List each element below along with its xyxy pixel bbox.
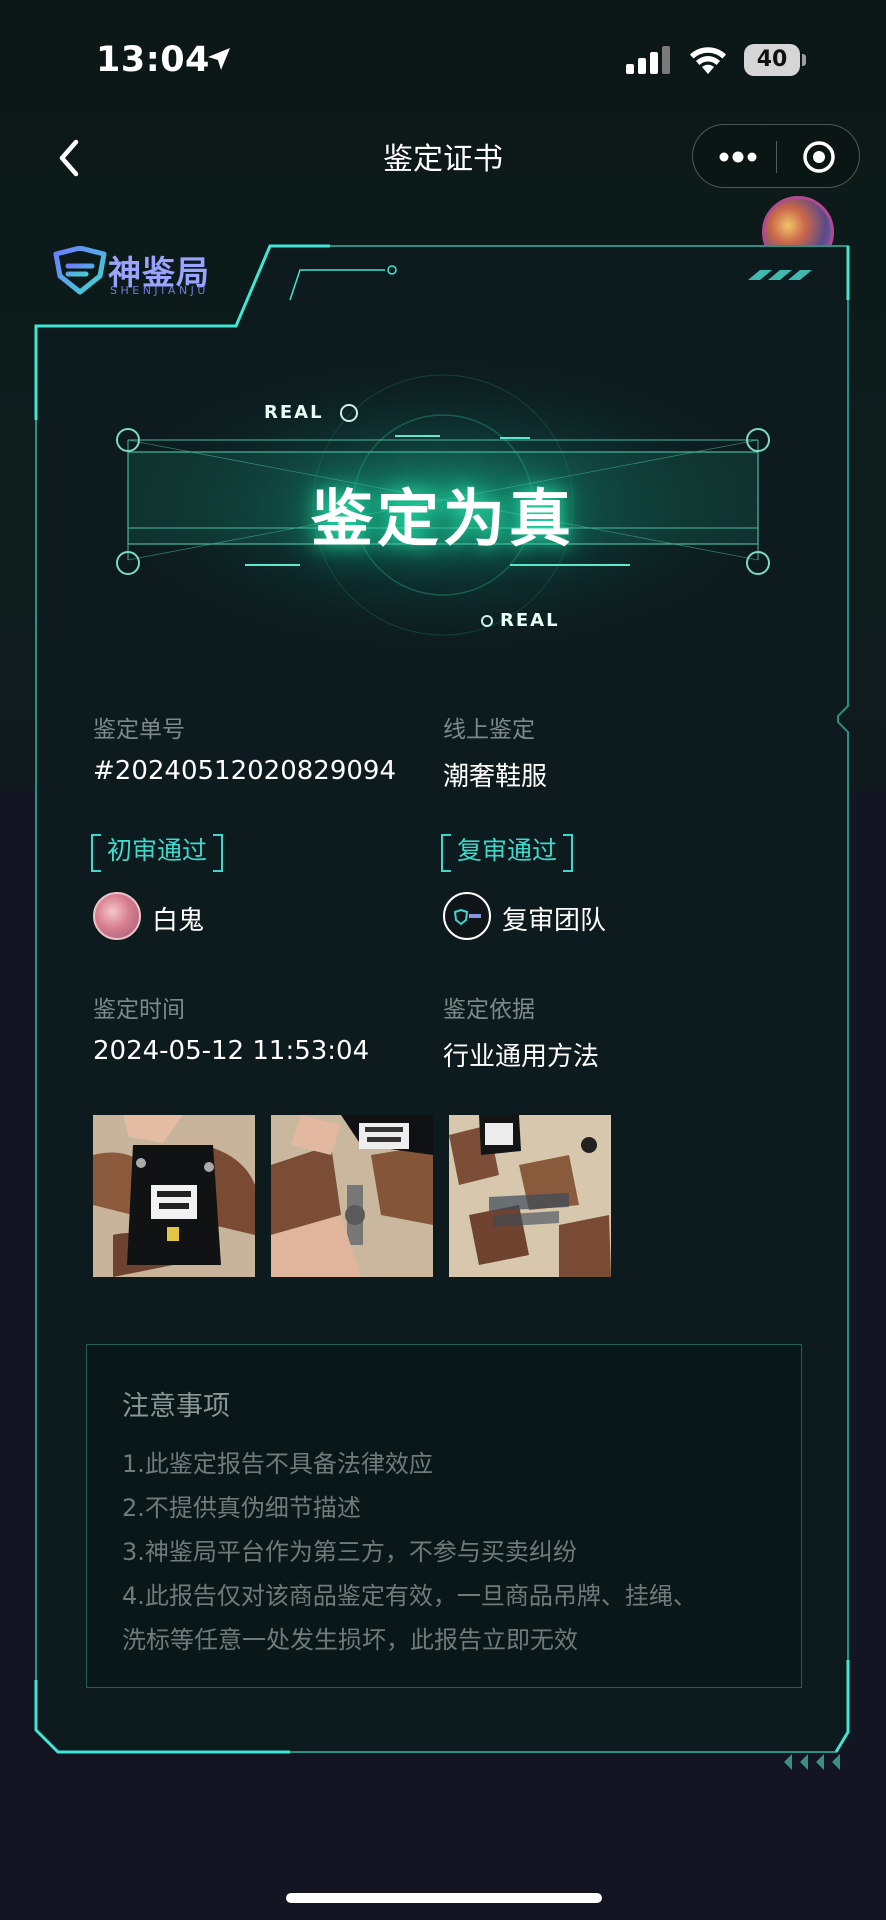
- capsule-divider: [776, 141, 777, 173]
- order-number-value: #20240512020829094: [93, 756, 396, 786]
- battery-level: 40: [756, 47, 788, 72]
- home-indicator[interactable]: [286, 1893, 602, 1903]
- first-review-badge: 初审通过: [91, 834, 224, 872]
- signal-icon: [626, 46, 670, 74]
- notice-item: 3.神鉴局平台作为第三方，不参与买卖纠纷: [122, 1538, 577, 1566]
- second-reviewer-avatar: [443, 892, 491, 940]
- first-reviewer-avatar: [93, 892, 141, 940]
- second-review-badge: 复审通过: [441, 834, 574, 872]
- team-logo-icon: [453, 908, 481, 926]
- nav-bar: 鉴定证书: [0, 120, 886, 192]
- miniapp-capsule: [692, 124, 860, 188]
- user-avatar[interactable]: [762, 196, 834, 268]
- more-icon[interactable]: [717, 143, 759, 171]
- notice-item: 1.此鉴定报告不具备法律效应: [122, 1450, 433, 1478]
- order-number-label: 鉴定单号: [93, 717, 185, 743]
- status-time: 13:04: [96, 40, 210, 80]
- verification-type-value: 潮奢鞋服: [443, 762, 548, 792]
- verification-basis-value: 行业通用方法: [443, 1042, 600, 1072]
- first-reviewer-name: 白鬼: [152, 906, 205, 936]
- status-bar: 13:04 40: [0, 0, 886, 120]
- location-arrow-icon: [208, 48, 230, 70]
- notice-item: 4.此报告仅对该商品鉴定有效，一旦商品吊牌、挂绳、: [122, 1582, 697, 1610]
- verification-result: 鉴定为真: [310, 482, 575, 555]
- item-photo[interactable]: [271, 1115, 433, 1277]
- notice-title: 注意事项: [122, 1391, 230, 1422]
- real-tag-bottom: REAL: [500, 610, 560, 631]
- notice-item: 洗标等任意一处发生损坏，此报告立即无效: [122, 1626, 578, 1654]
- verification-time-label: 鉴定时间: [93, 997, 185, 1023]
- shield-logo-icon: [53, 246, 107, 295]
- brand-subtitle: SHENJIANJU: [110, 284, 209, 297]
- notice-item: 2.不提供真伪细节描述: [122, 1494, 361, 1522]
- item-photo[interactable]: [93, 1115, 255, 1277]
- second-reviewer-name: 复审团队: [502, 906, 607, 936]
- item-photo[interactable]: [449, 1115, 611, 1277]
- verification-type-label: 线上鉴定: [443, 717, 535, 743]
- verification-time-value: 2024-05-12 11:53:04: [93, 1036, 370, 1066]
- verification-basis-label: 鉴定依据: [443, 997, 535, 1023]
- wifi-icon: [690, 47, 726, 74]
- real-tag-top: REAL: [264, 402, 324, 423]
- battery-indicator: 40: [744, 44, 806, 76]
- close-target-icon[interactable]: [801, 139, 837, 175]
